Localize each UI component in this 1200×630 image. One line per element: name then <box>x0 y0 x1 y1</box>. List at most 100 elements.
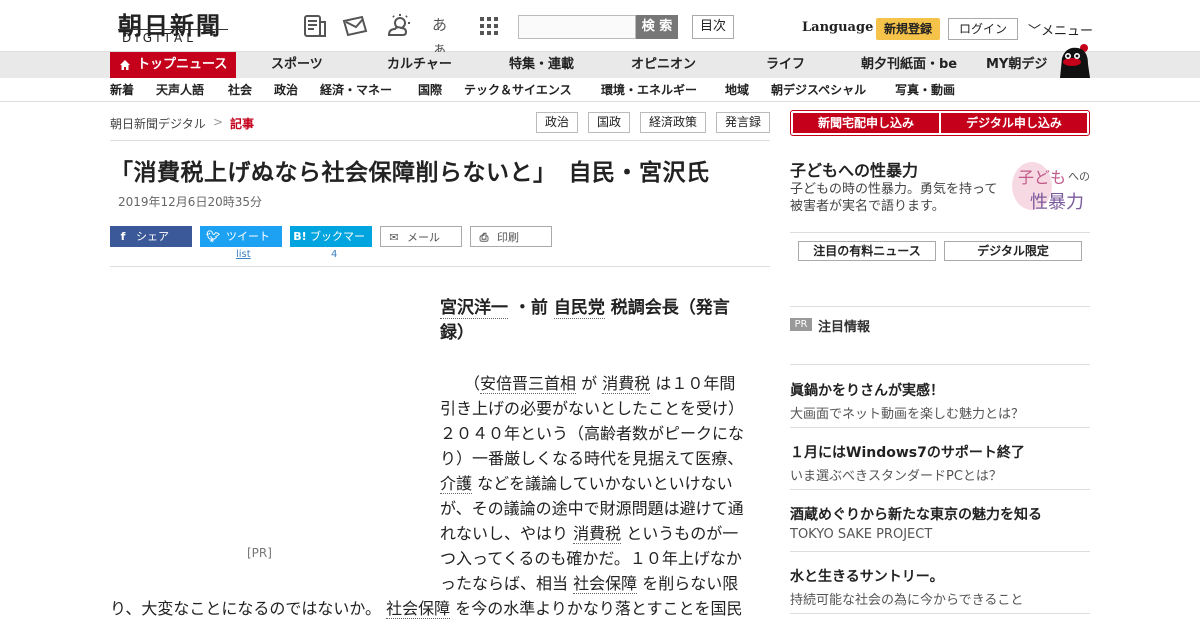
text: が <box>576 374 603 393</box>
nav2-economy[interactable]: 経済・マネー <box>320 78 392 102</box>
nav2-international[interactable]: 国際 <box>418 78 442 102</box>
print-button[interactable]: ⎙ 印刷 <box>470 226 552 247</box>
mail-icon[interactable] <box>342 13 368 39</box>
digital-only-button[interactable]: デジタル限定 <box>944 241 1082 261</box>
nav2-region[interactable]: 地域 <box>725 78 749 102</box>
article-paragraph-continued: り、大変なことになるのではないか。 社会保障 を今の水準よりかなり落とすことを国… <box>110 596 750 621</box>
envelope-icon: ✉ <box>389 231 399 244</box>
nav2-tensei[interactable]: 天声人語 <box>156 78 204 102</box>
breadcrumb-home[interactable]: 朝日新聞デジタル <box>110 115 206 132</box>
tag-national[interactable]: 国政 <box>588 112 630 133</box>
mascot-icon[interactable] <box>1054 42 1092 78</box>
twitter-count[interactable]: list <box>236 249 251 260</box>
pr-item-sub[interactable]: TOKYO SAKE PROJECT <box>790 527 932 542</box>
mail-share-button[interactable]: ✉ メール <box>380 226 462 247</box>
tag-remarks[interactable]: 発言録 <box>716 112 770 133</box>
apps-grid-icon[interactable] <box>476 13 502 39</box>
pr-item-sub[interactable]: いま選ぶべきスタンダードPCとは？ <box>790 465 1002 484</box>
twitter-icon: 🐦︎ <box>206 230 220 243</box>
speaker-line: 宮沢洋一 ・前 自民党 税調会長（発言録） <box>440 296 750 346</box>
paper-icon[interactable] <box>302 13 328 39</box>
nav-life[interactable]: ライフ <box>766 52 805 78</box>
text: り、大変なことになるのではないか。 <box>110 599 387 618</box>
nav-newspaper[interactable]: 朝夕刊紙面・be <box>861 52 957 78</box>
feature-title[interactable]: 子どもへの性暴力 <box>790 157 918 181</box>
signup-button[interactable]: 新規登録 <box>876 18 940 40</box>
nav2-society[interactable]: 社会 <box>228 78 252 102</box>
subscribe-paper-button[interactable]: 新聞宅配申し込み <box>793 113 939 133</box>
hatena-icon: B! <box>293 230 307 243</box>
ad-label: [PR] <box>247 546 272 560</box>
nav-opinion[interactable]: オピニオン <box>631 52 696 78</box>
pr-item-title[interactable]: 眞鍋かをりさんが実感！ <box>790 380 944 400</box>
subscribe-digital-button[interactable]: デジタル申し込み <box>941 113 1087 133</box>
keyword-link[interactable]: 自民党 <box>553 298 605 319</box>
keyword-link[interactable]: 安倍晋三首相 <box>480 374 577 394</box>
divider <box>790 489 1090 490</box>
logo-sub[interactable]: DIGITAL <box>122 31 197 45</box>
divider <box>110 266 770 267</box>
text: を削らない限 <box>637 574 739 593</box>
keyword-link[interactable]: 社会保障 <box>386 599 451 619</box>
pr-item-title[interactable]: １月にはWindows7のサポート終了 <box>790 442 1025 462</box>
main-nav: トップニュース スポーツ カルチャー 特集・連載 オピニオン ライフ 朝夕刊紙面… <box>0 44 1200 78</box>
sub-nav: 新着 天声人語 社会 政治 経済・マネー 国際 テック＆サイエンス 環境・エネル… <box>0 78 1200 102</box>
hatena-count[interactable]: 4 <box>331 249 337 260</box>
facebook-share-button[interactable]: f シェア <box>110 226 192 247</box>
menu-label: メニュー <box>1041 24 1094 39</box>
nav2-special[interactable]: 朝デジスペシャル <box>771 78 866 102</box>
language-link[interactable]: Language <box>802 20 873 35</box>
twitter-share-label: ツイート <box>226 230 270 243</box>
tag-economic-policy[interactable]: 経済政策 <box>640 112 706 133</box>
login-button[interactable]: ログイン <box>948 18 1018 40</box>
paid-news-button[interactable]: 注目の有料ニュース <box>798 241 936 261</box>
feature-logo[interactable]: 子ども への 性暴力 <box>1012 162 1090 214</box>
nav2-politics[interactable]: 政治 <box>274 78 298 102</box>
home-icon <box>120 60 130 70</box>
breadcrumb-current: 記事 <box>230 117 255 131</box>
chevron-down-icon: ﹀ <box>1028 24 1042 39</box>
nav-top-news[interactable]: トップニュース <box>110 52 236 78</box>
font-size-icon[interactable]: あぁ <box>432 13 458 58</box>
weather-icon[interactable] <box>386 13 412 39</box>
divider <box>790 613 1090 614</box>
feature-logo-line1: 子ども <box>1018 168 1067 187</box>
pr-item-sub[interactable]: 大画面でネット動画を楽しむ魅力とは？ <box>790 403 1024 422</box>
nav2-latest[interactable]: 新着 <box>110 78 134 102</box>
tag-politics[interactable]: 政治 <box>536 112 578 133</box>
keyword-link[interactable]: 社会保障 <box>573 574 638 594</box>
nav-sports[interactable]: スポーツ <box>271 52 323 78</box>
pr-item-title[interactable]: 酒蔵めぐりから新たな東京の魅力を知る <box>790 504 1042 524</box>
keyword-link[interactable]: 消費税 <box>602 374 651 394</box>
breadcrumb-separator: > <box>213 115 224 129</box>
page-title: 「消費税上げぬなら社会保障削らないと」 自民・宮沢氏 <box>110 160 710 186</box>
pr-item-sub[interactable]: 持続可能な社会の為に今からできること <box>790 589 1023 608</box>
pr-badge: PR <box>790 318 812 331</box>
print-label: 印刷 <box>497 231 519 244</box>
feature-description: 子どもの時の性暴力。勇気を持って被害者が実名で語ります。 <box>790 182 998 214</box>
search-button[interactable]: 検 索 <box>636 15 678 39</box>
search-input[interactable] <box>518 15 636 39</box>
menu-button[interactable]: ﹀メニュー <box>1028 20 1093 39</box>
keyword-link[interactable]: 介護 <box>440 474 473 494</box>
nav-culture[interactable]: カルチャー <box>387 52 452 78</box>
divider <box>790 232 1090 233</box>
pr-item-title[interactable]: 水と生きるサントリー。 <box>790 566 944 586</box>
nav2-tech[interactable]: テック＆サイエンス <box>464 78 572 102</box>
nav-features[interactable]: 特集・連載 <box>509 52 574 78</box>
facebook-icon: f <box>120 230 126 243</box>
nav-my-asadigi[interactable]: MY朝デジ <box>986 52 1047 78</box>
keyword-link[interactable]: 宮沢洋一 <box>440 298 508 319</box>
facebook-share-label: シェア <box>136 230 169 243</box>
toc-button[interactable]: 目次 <box>692 15 734 39</box>
twitter-share-button[interactable]: 🐦︎ ツイート <box>200 226 282 247</box>
nav2-photo-video[interactable]: 写真・動画 <box>895 78 955 102</box>
nav2-environment[interactable]: 環境・エネルギー <box>601 78 697 102</box>
feature-logo-line2: 性暴力 <box>1030 192 1084 213</box>
printer-icon: ⎙ <box>479 231 489 244</box>
hatena-bookmark-button[interactable]: B! ブックマーク <box>290 226 372 264</box>
pr-heading: 注目情報 <box>818 320 871 335</box>
divider <box>790 427 1090 428</box>
keyword-link[interactable]: 消費税 <box>573 524 622 544</box>
text: （ <box>464 374 481 393</box>
